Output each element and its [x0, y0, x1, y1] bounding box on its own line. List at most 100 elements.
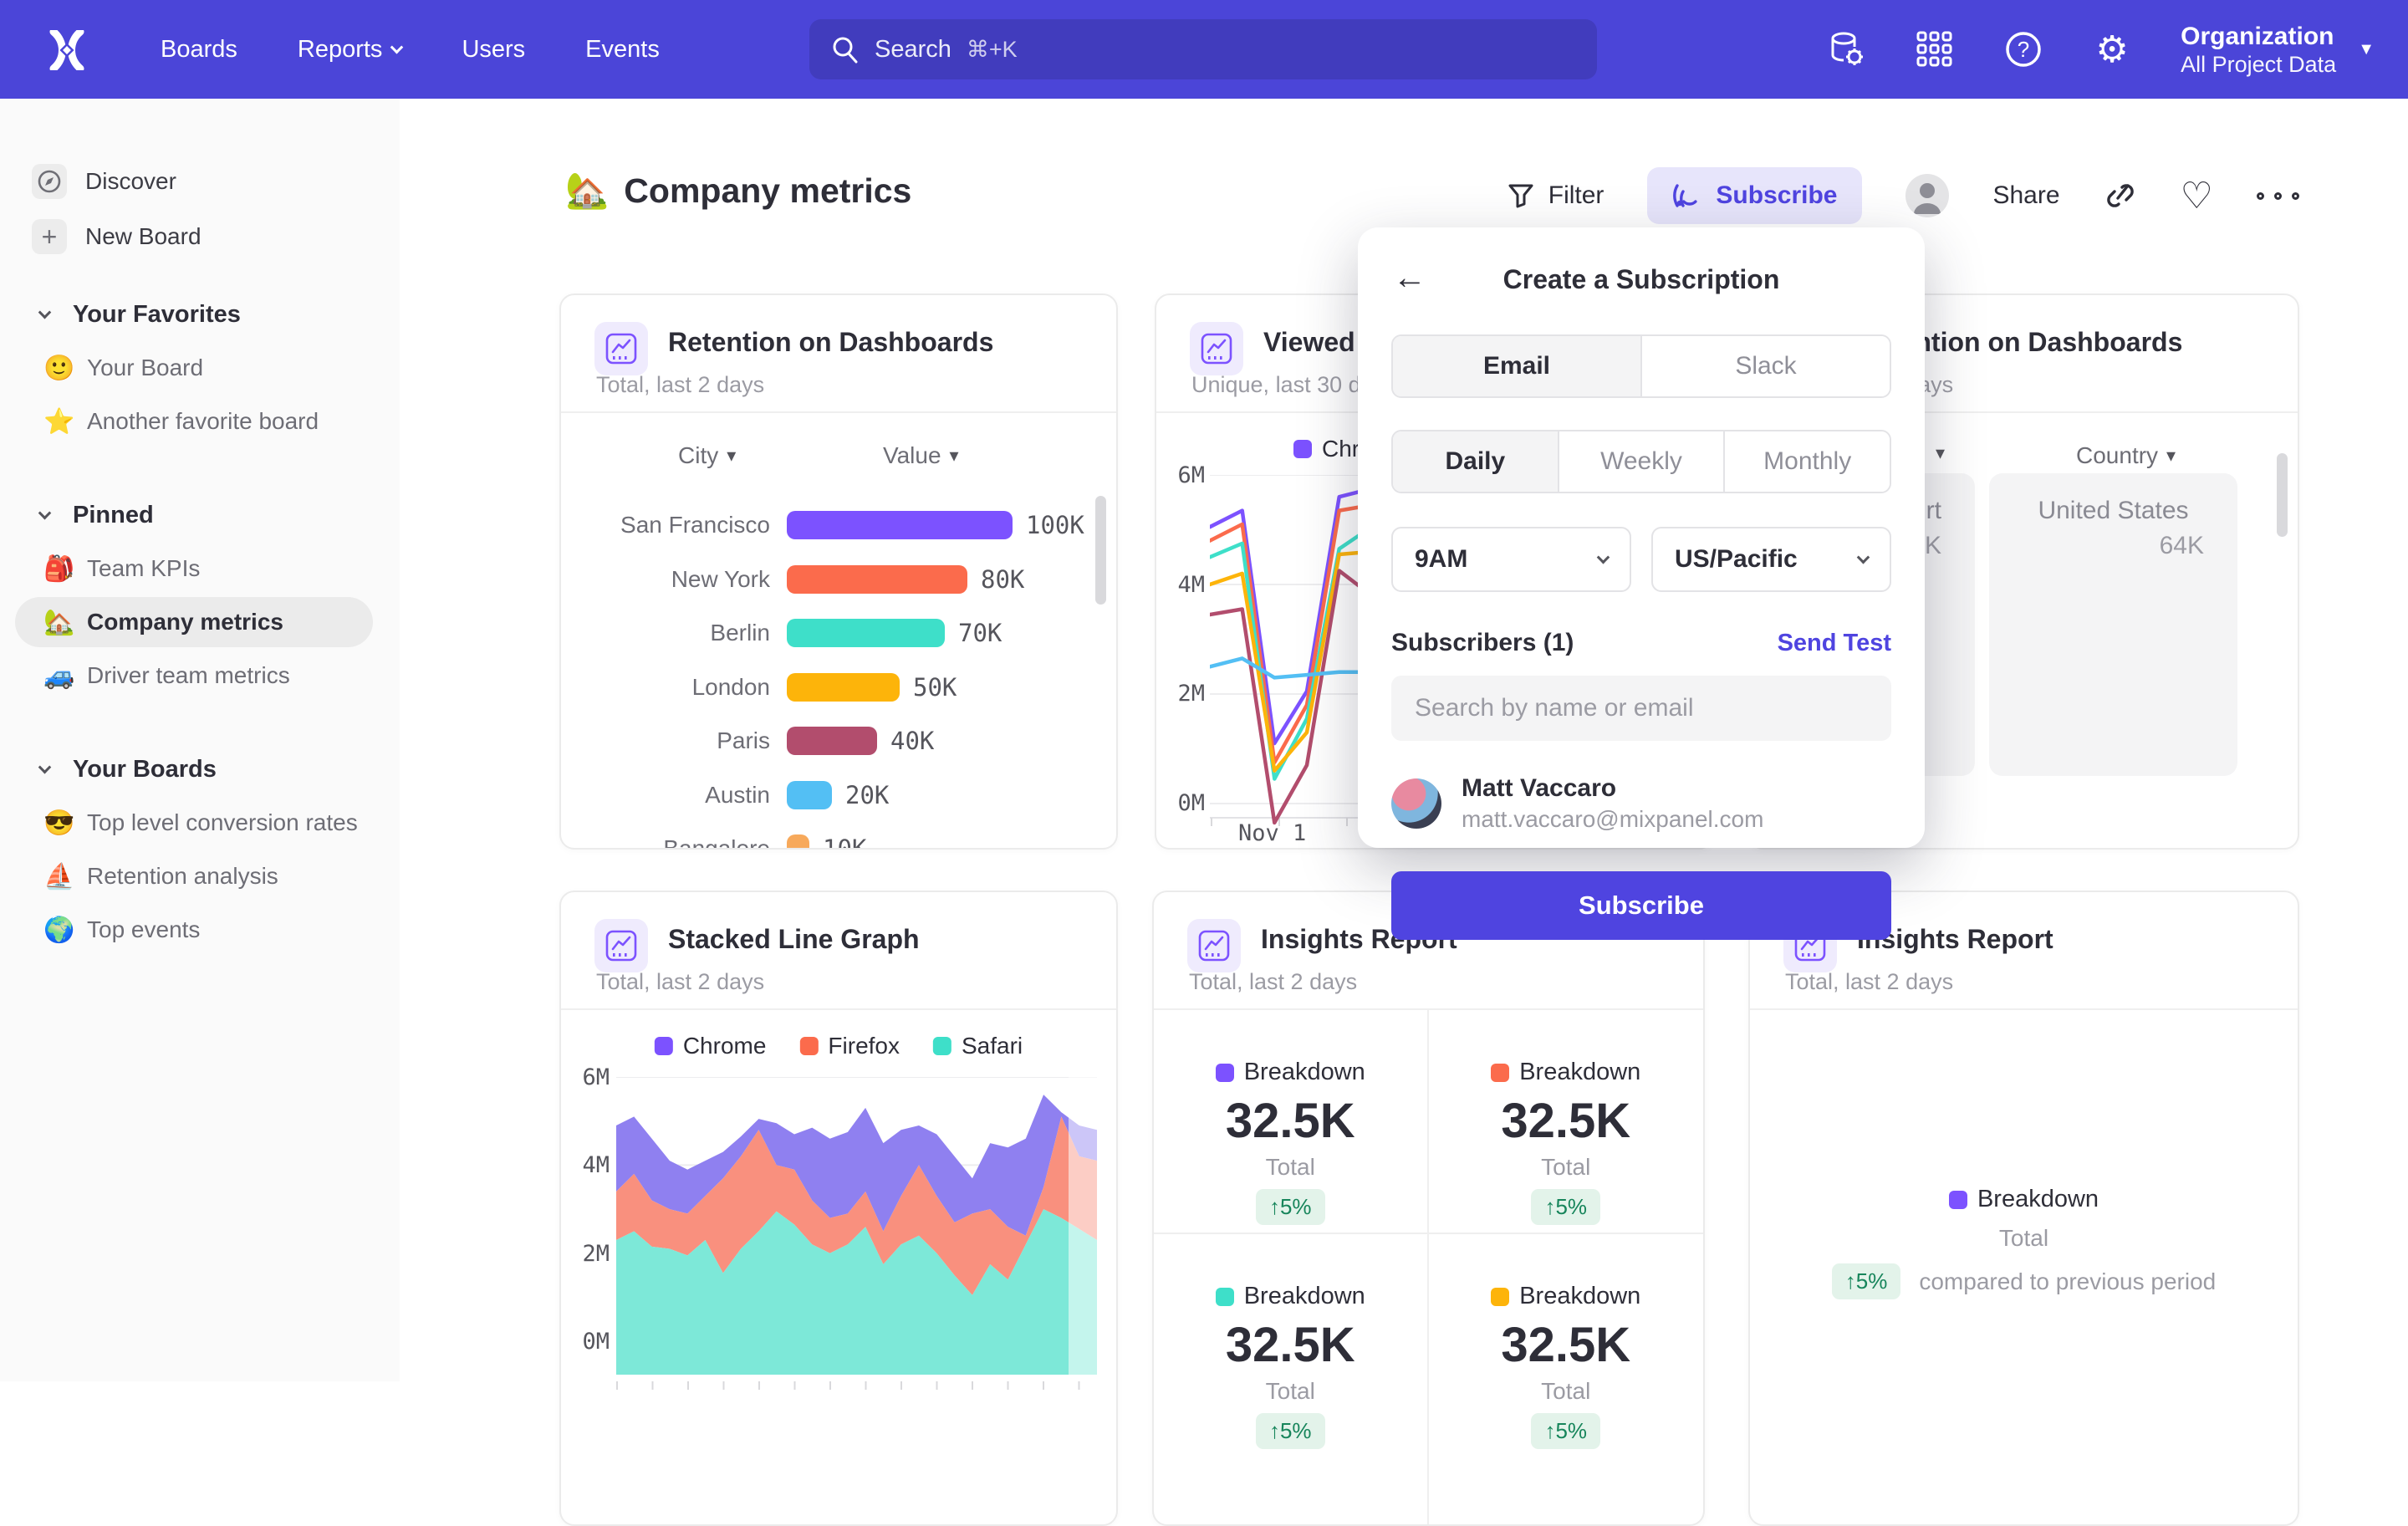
y-tick: 4M [561, 1152, 610, 1178]
legend-breakdown: Breakdown [1491, 1059, 1640, 1086]
nav-reports[interactable]: Reports [298, 36, 402, 64]
copy-link-button[interactable] [2104, 179, 2137, 212]
nav-boards[interactable]: Boards [161, 36, 237, 64]
column-header-city[interactable]: City▾ [678, 442, 736, 469]
metric-grid: Breakdown32.5KTotal↑5%Breakdown32.5KTota… [1154, 1010, 1703, 1526]
scrollbar[interactable] [2277, 453, 2288, 537]
sidebar: Discover + New Board Your Favorites 🙂 Yo… [0, 99, 400, 1381]
metric-value: 32.5K [1226, 1093, 1355, 1149]
sidebar-item-your-board[interactable]: 🙂 Your Board [0, 343, 400, 393]
tab-slack[interactable]: Slack [1640, 336, 1890, 396]
table-row: Berlin70K [561, 606, 1116, 661]
row-value-label: 70K [958, 619, 1002, 647]
timezone-select[interactable]: US/Pacific [1651, 527, 1891, 592]
sidebar-item-top-events[interactable]: 🌍 Top events [0, 905, 400, 955]
search-input[interactable]: Search ⌘+K [809, 19, 1597, 79]
tab-email[interactable]: Email [1393, 336, 1640, 396]
legend-firefox[interactable]: Firefox [799, 1033, 900, 1059]
sidebar-item-retention-analysis[interactable]: ⛵ Retention analysis [0, 851, 400, 901]
bar[interactable] [787, 727, 877, 755]
table-row: Paris40K [561, 714, 1116, 768]
legend-chrome[interactable]: Chrome [655, 1033, 767, 1059]
tab-weekly[interactable]: Weekly [1558, 431, 1724, 492]
nav-users[interactable]: Users [462, 36, 525, 64]
table-row: New York80K [561, 553, 1116, 607]
avatar[interactable] [1905, 174, 1949, 217]
section-your-boards[interactable]: Your Boards [0, 746, 400, 793]
legend-safari[interactable]: Safari [933, 1033, 1023, 1059]
nav-events[interactable]: Events [585, 36, 660, 64]
card-subtitle: Total, last 2 days [596, 372, 764, 398]
chart-legend: Chrome Firefox Safari [655, 1033, 1023, 1059]
time-select[interactable]: 9AM [1391, 527, 1631, 592]
share-button[interactable]: Share [1992, 181, 2059, 210]
settings-gear-icon[interactable]: ⚙ [2092, 29, 2132, 69]
favorite-heart-button[interactable]: ♡ [2181, 175, 2213, 217]
top-navbar: Boards Reports Users Events Search ⌘+K [0, 0, 2408, 99]
filter-button[interactable]: Filter [1507, 181, 1604, 210]
bar[interactable] [787, 673, 900, 702]
subscriber-row[interactable]: Matt Vaccaro matt.vaccaro@mixpanel.com [1391, 774, 1891, 833]
sidebar-item-driver-team-metrics[interactable]: 🚙 Driver team metrics [0, 651, 400, 701]
help-icon[interactable]: ? [2003, 29, 2043, 69]
sidebar-item-company-metrics[interactable]: 🏡 Company metrics [15, 597, 373, 647]
metric-total-label: Total [1266, 1378, 1315, 1405]
y-tick: 6M [561, 1064, 610, 1090]
column-header-hidden[interactable]: ▾ [1936, 442, 1945, 464]
legend-swatch [799, 1037, 818, 1055]
subscriber-search-input[interactable] [1391, 676, 1891, 741]
sidebar-item-new-board[interactable]: + New Board [0, 211, 400, 263]
row-value-label: 20K [845, 781, 889, 809]
board-emoji: 🎒 [43, 554, 80, 584]
data-management-icon[interactable] [1826, 29, 1866, 69]
filter-funnel-icon [1507, 181, 1535, 210]
row-city-label: Austin [561, 782, 770, 809]
column-header-value[interactable]: Value▾ [883, 442, 959, 469]
tab-daily[interactable]: Daily [1393, 431, 1558, 492]
tab-monthly[interactable]: Monthly [1723, 431, 1890, 492]
user-avatar [1391, 778, 1441, 829]
card-title[interactable]: Retention on Dashboards [668, 327, 993, 358]
org-switcher[interactable]: Organization All Project Data ▼ [2181, 21, 2375, 79]
scrollbar[interactable] [1095, 496, 1106, 605]
column-header-country[interactable]: Country▾ [2076, 442, 2176, 469]
metric-value: 32.5K [1501, 1093, 1630, 1149]
row-city-label: New York [561, 566, 770, 593]
sidebar-item-another-favorite-board[interactable]: ⭐ Another favorite board [0, 396, 400, 447]
section-pinned[interactable]: Pinned [0, 492, 400, 538]
y-tick: 0M [561, 1329, 610, 1355]
bar[interactable] [787, 834, 809, 850]
modal-subscribe-button[interactable]: Subscribe [1391, 871, 1891, 940]
sidebar-item-team-kpis[interactable]: 🎒 Team KPIs [0, 544, 400, 594]
row-value-label: 100K [1026, 511, 1084, 539]
legend-swatch [1293, 440, 1312, 458]
metric-tile-united-states: United States 64K [1989, 473, 2237, 776]
bar[interactable] [787, 781, 832, 809]
bar[interactable] [787, 565, 967, 594]
section-your-favorites[interactable]: Your Favorites [0, 291, 400, 338]
card-title[interactable]: Stacked Line Graph [668, 924, 920, 955]
delta-badge: ↑5% [1256, 1189, 1325, 1225]
caret-down-icon: ▾ [727, 445, 736, 467]
send-test-link[interactable]: Send Test [1778, 630, 1891, 657]
legend-swatch [1216, 1288, 1234, 1306]
bar[interactable] [787, 511, 1013, 539]
more-options-button[interactable] [2257, 192, 2299, 200]
delta-badge: ↑5% [1256, 1413, 1325, 1449]
chevron-down-icon [38, 760, 52, 773]
org-project: All Project Data [2181, 52, 2336, 78]
subscribe-button[interactable]: Subscribe [1647, 167, 1862, 224]
report-chart-icon [594, 322, 648, 375]
mixpanel-logo-icon[interactable] [47, 30, 87, 70]
create-subscription-modal: ← Create a Subscription Email Slack Dail… [1358, 227, 1925, 848]
board-header: 🏡 Company metrics Filter Subscribe [400, 99, 2408, 249]
row-value-label: 50K [913, 673, 957, 702]
metric-value: 32.5K [1226, 1317, 1355, 1373]
back-arrow-icon[interactable]: ← [1393, 259, 1426, 296]
sidebar-item-top-level-conversion-rates[interactable]: 😎 Top level conversion rates [0, 798, 400, 848]
sidebar-item-discover[interactable]: Discover [0, 156, 400, 207]
legend-swatch [1949, 1191, 1967, 1209]
row-city-label: London [561, 674, 770, 701]
bar[interactable] [787, 619, 945, 647]
apps-grid-icon[interactable] [1915, 29, 1955, 69]
